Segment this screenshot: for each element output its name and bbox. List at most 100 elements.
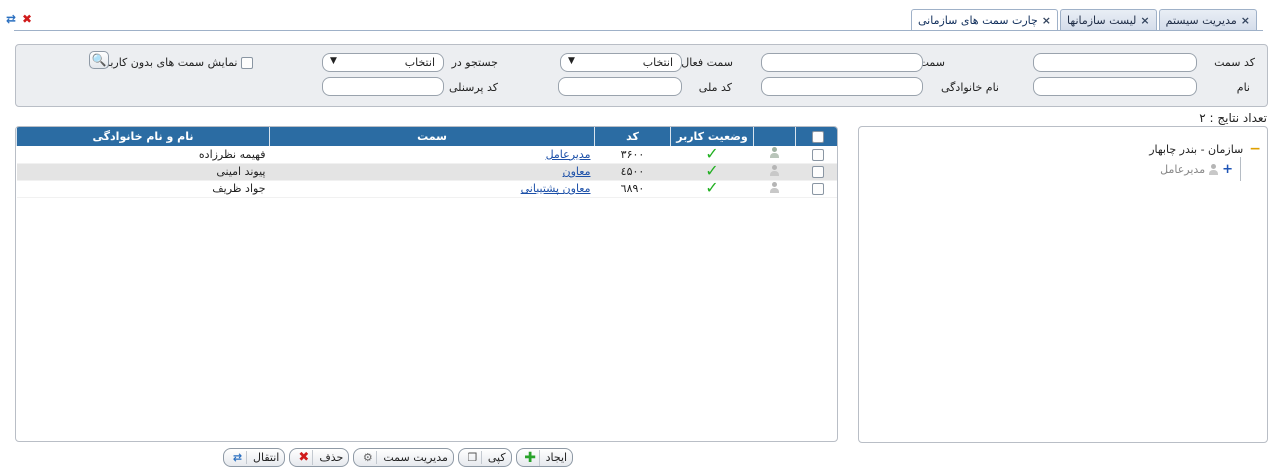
search-in-select[interactable]: انتخاب ▼ — [322, 53, 444, 72]
position-input[interactable] — [761, 53, 923, 72]
user-icon — [769, 181, 780, 193]
active-position-select[interactable]: انتخاب ▼ — [560, 53, 682, 72]
transfer-label: انتقال — [253, 451, 280, 464]
show-no-user-label: نمایش سمت های بدون کاربر — [104, 56, 238, 69]
code-cell: ٤۵۰۰ — [594, 163, 671, 181]
position-code-input[interactable] — [1033, 53, 1197, 72]
search-in-label: جستجو در — [451, 56, 498, 69]
search-panel: کد سمت سمت سمت فعال انتخاب ▼ جستجو در ان… — [15, 44, 1268, 107]
fullname-header[interactable]: نام و نام خانوادگی — [16, 127, 270, 146]
fullname-cell: پیوند امینی — [16, 163, 270, 181]
org-tree: − سازمان - بندر چابهار + مدیرعامل — [858, 126, 1268, 443]
tab-label: لیست سازمانها — [1067, 14, 1137, 27]
position-cell: مدیرعامل — [269, 146, 595, 164]
select-all-checkbox[interactable] — [811, 131, 824, 143]
last-name-input[interactable] — [761, 77, 923, 96]
search-icon: 🔍 — [91, 53, 107, 67]
show-no-user-checkbox[interactable] — [241, 57, 253, 69]
user-icon — [769, 164, 780, 176]
position-code-label: کد سمت — [1214, 56, 1255, 69]
close-icon[interactable]: ✖ — [22, 12, 32, 26]
row-select-cell[interactable] — [795, 146, 837, 164]
tab-strip: × چارت سمت های سازمانی × لیست سازمانها ×… — [909, 9, 1257, 31]
show-no-user-positions[interactable]: نمایش سمت های بدون کاربر — [104, 56, 253, 69]
row-icon-cell — [753, 146, 796, 164]
check-icon: ✓ — [705, 143, 719, 163]
position-link[interactable]: معاون پشتیبانی — [521, 182, 591, 195]
tree-node-ceo[interactable]: + مدیرعامل — [1160, 162, 1233, 177]
tree-root-label: سازمان - بندر چابهار — [1149, 142, 1244, 156]
plus-icon: ✚ — [522, 449, 540, 466]
copy-icon: ❐ — [464, 451, 482, 464]
tab-organizations-list[interactable]: × لیست سازمانها — [1060, 9, 1157, 31]
fullname-cell: فهیمه نظرزاده — [16, 146, 270, 164]
copy-label: کپی — [487, 451, 506, 464]
first-name-label: نام — [1236, 81, 1250, 94]
search-in-value: انتخاب — [404, 56, 435, 69]
position-link[interactable]: معاون — [563, 165, 591, 178]
tab-label: مدیریت سیستم — [1165, 14, 1237, 27]
results-count: تعداد نتایج : ۲ — [1199, 111, 1267, 125]
tab-close-icon[interactable]: × — [1241, 14, 1250, 27]
position-cell: معاون — [269, 163, 595, 181]
row-icon-cell — [753, 163, 796, 181]
last-name-label: نام خانوادگی — [941, 81, 999, 94]
create-label: ایجاد — [545, 451, 568, 464]
code-cell: ۳۶۰۰ — [594, 146, 671, 164]
active-position-value: انتخاب — [642, 56, 673, 69]
user-status-cell: ✓ — [670, 178, 754, 198]
tab-underline — [14, 30, 1263, 31]
tree-node-label: مدیرعامل — [1160, 163, 1206, 176]
create-button[interactable]: ایجاد ✚ — [515, 448, 574, 467]
tab-close-icon[interactable]: × — [1042, 14, 1051, 27]
users-icon — [769, 147, 780, 159]
position-header[interactable]: سمت — [269, 127, 595, 146]
position-link[interactable]: مدیرعامل — [546, 148, 591, 161]
personnel-code-label: کد پرسنلی — [449, 81, 498, 94]
transfer-icon: ⇄ — [229, 451, 247, 464]
chevron-down-icon: ▼ — [568, 56, 575, 66]
code-header[interactable]: کد — [594, 127, 671, 146]
position-cell: معاون پشتیبانی — [269, 180, 595, 198]
national-code-input[interactable] — [558, 77, 682, 96]
action-bar: انتقال ⇄ حذف ✖ مدیریت سمت ⚙ کپی ❐ ایجاد … — [223, 448, 574, 467]
row-checkbox[interactable] — [811, 148, 824, 161]
search-button[interactable]: 🔍 — [89, 51, 109, 69]
personnel-code-input[interactable] — [322, 77, 444, 96]
tab-position-chart[interactable]: × چارت سمت های سازمانی — [910, 9, 1059, 31]
top-bar: ⇄ ✖ × چارت سمت های سازمانی × لیست سازمان… — [0, 0, 1277, 32]
gear-icon: ⚙ — [359, 451, 378, 464]
icon-header — [753, 127, 796, 146]
refresh-icon[interactable]: ⇄ — [6, 12, 16, 26]
delete-label: حذف — [319, 451, 344, 464]
tree-root[interactable]: − سازمان - بندر چابهار — [1149, 141, 1261, 157]
row-checkbox[interactable] — [811, 183, 824, 195]
chevron-down-icon: ▼ — [330, 56, 337, 66]
row-select-cell[interactable] — [795, 180, 837, 198]
row-icon-cell — [753, 180, 796, 198]
row-checkbox[interactable] — [811, 166, 824, 178]
delete-icon: ✖ — [295, 450, 314, 465]
delete-button[interactable]: حذف ✖ — [289, 448, 350, 467]
transfer-button[interactable]: انتقال ⇄ — [223, 448, 286, 467]
manage-position-button[interactable]: مدیریت سمت ⚙ — [353, 448, 454, 467]
collapse-icon[interactable]: − — [1249, 141, 1261, 157]
active-position-label: سمت فعال — [681, 56, 733, 69]
copy-button[interactable]: کپی ❐ — [457, 448, 512, 467]
code-cell: ٦۸۹۰ — [594, 180, 671, 198]
positions-grid: وضعیت کاربر کد سمت نام و نام خانوادگی ✓ … — [15, 126, 838, 442]
national-code-label: کد ملی — [698, 81, 732, 94]
select-all-header[interactable] — [795, 127, 837, 146]
manage-position-label: مدیریت سمت — [383, 451, 448, 464]
tree-connector — [1240, 157, 1241, 181]
expand-icon[interactable]: + — [1222, 162, 1233, 177]
tab-close-icon[interactable]: × — [1140, 14, 1149, 27]
table-row[interactable]: ✓ ٦۸۹۰ معاون پشتیبانی جواد ظریف — [16, 178, 837, 198]
positions-table: وضعیت کاربر کد سمت نام و نام خانوادگی ✓ … — [16, 127, 837, 198]
tab-system-management[interactable]: × مدیریت سیستم — [1158, 9, 1257, 31]
first-name-input[interactable] — [1033, 77, 1197, 96]
row-select-cell[interactable] — [795, 163, 837, 181]
tab-label: چارت سمت های سازمانی — [917, 14, 1038, 27]
fullname-cell: جواد ظریف — [16, 180, 270, 198]
check-icon: ✓ — [705, 178, 719, 197]
